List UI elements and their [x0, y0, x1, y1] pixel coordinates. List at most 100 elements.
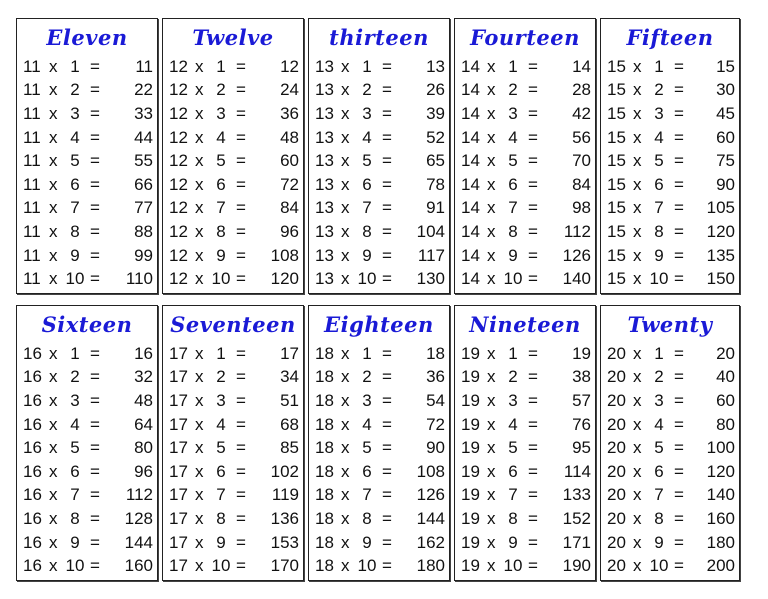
product: 119	[271, 485, 299, 505]
multiplicand: 12	[169, 269, 188, 289]
operator: x	[487, 127, 496, 147]
product: 140	[706, 485, 735, 505]
equals-sign: =	[236, 198, 246, 218]
multiplier: 1	[508, 56, 518, 76]
product: 85	[280, 438, 299, 458]
equals-sign: =	[528, 174, 538, 194]
multiplier: 7	[362, 198, 372, 218]
multiplicand: 19	[461, 508, 480, 528]
multiplicand: 12	[169, 245, 188, 265]
multiplier: 4	[216, 414, 226, 434]
operator: x	[633, 414, 642, 434]
table-row: 11 x 3 = 33	[17, 102, 157, 126]
equals-sign: =	[382, 461, 392, 481]
multiplicand: 13	[315, 103, 334, 123]
table-row: 17 x 6 = 102	[163, 460, 303, 484]
equals-sign: =	[674, 245, 684, 265]
multiplier: 8	[216, 221, 226, 241]
operator: x	[195, 485, 204, 505]
multiplicand: 16	[23, 414, 42, 434]
multiplier: 7	[70, 198, 80, 218]
multiplier: 1	[362, 56, 372, 76]
table-row: 19 x 6 = 114	[455, 460, 595, 484]
equals-sign: =	[382, 438, 392, 458]
multiplier: 3	[362, 103, 372, 123]
table-row: 19 x 8 = 152	[455, 507, 595, 531]
product: 110	[125, 269, 153, 289]
operator: x	[195, 390, 204, 410]
multiplicand: 16	[23, 461, 42, 481]
times-table-14: Fourteen 14 x 1 = 14 14 x 2 = 28 14 x 3 = 42 14 x 4 = 56 14 x 5…	[454, 18, 596, 294]
equals-sign: =	[674, 103, 684, 123]
table-title: Sixteen	[41, 311, 133, 337]
operator: x	[49, 151, 58, 171]
equals-sign: =	[236, 390, 246, 410]
equals-sign: =	[674, 485, 684, 505]
table-row: 20 x 10 = 200	[601, 554, 739, 578]
multiplier: 9	[70, 532, 80, 552]
product: 60	[716, 127, 735, 147]
multiplicand: 11	[23, 56, 41, 76]
multiplicand: 11	[23, 174, 41, 194]
multiplicand: 16	[23, 485, 42, 505]
operator: x	[633, 127, 642, 147]
table-row: 16 x 7 = 112	[17, 484, 157, 508]
table-row: 15 x 7 = 105	[601, 197, 739, 221]
table-row: 16 x 9 = 144	[17, 531, 157, 555]
multiplier: 1	[508, 343, 518, 363]
multiplier: 5	[508, 438, 518, 458]
table-row: 12 x 3 = 36	[163, 102, 303, 126]
operator: x	[487, 56, 496, 76]
product: 32	[134, 367, 153, 387]
equals-sign: =	[528, 508, 538, 528]
table-row: 15 x 5 = 75	[601, 149, 739, 173]
product: 84	[280, 198, 299, 218]
product: 140	[562, 269, 591, 289]
table-row: 14 x 8 = 112	[455, 220, 595, 244]
operator: x	[487, 103, 496, 123]
table-row: 13 x 9 = 117	[309, 244, 449, 268]
product: 16	[134, 343, 153, 363]
multiplicand: 15	[607, 269, 626, 289]
operator: x	[487, 532, 496, 552]
equals-sign: =	[90, 56, 100, 76]
equals-sign: =	[236, 367, 246, 387]
product: 90	[716, 174, 735, 194]
product: 130	[416, 269, 445, 289]
multiplier: 10	[65, 269, 85, 289]
multiplier: 8	[508, 508, 518, 528]
operator: x	[341, 390, 350, 410]
multiplicand: 19	[461, 390, 480, 410]
multiplier: 7	[70, 485, 80, 505]
multiplier: 2	[216, 367, 226, 387]
multiplier: 8	[508, 221, 518, 241]
multiplier: 4	[70, 414, 80, 434]
table-row: 11 x 2 = 22	[17, 79, 157, 103]
product: 36	[280, 103, 299, 123]
table-row: 18 x 4 = 72	[309, 413, 449, 437]
table-row: 15 x 10 = 150	[601, 267, 739, 291]
multiplier: 6	[362, 461, 372, 481]
multiplier: 4	[508, 127, 518, 147]
multiplicand: 13	[315, 221, 334, 241]
multiplicand: 15	[607, 245, 626, 265]
product: 15	[716, 56, 735, 76]
operator: x	[633, 80, 642, 100]
table-row: 15 x 6 = 90	[601, 173, 739, 197]
multiplicand: 20	[607, 390, 626, 410]
table-row: 16 x 2 = 32	[17, 366, 157, 390]
equals-sign: =	[90, 80, 100, 100]
operator: x	[341, 556, 350, 576]
multiplier: 5	[362, 438, 372, 458]
multiplicand: 16	[23, 390, 42, 410]
times-table-11: Eleven 11 x 1 = 11 11 x 2 = 22 11 x 3 = 33 11 x 4 = 44 11 x 5 = 5…	[16, 18, 158, 294]
multiplier: 9	[216, 532, 226, 552]
table-row: 20 x 4 = 80	[601, 413, 739, 437]
multiplicand: 12	[169, 198, 188, 218]
table-row: 17 x 10 = 170	[163, 554, 303, 578]
multiplier: 6	[70, 461, 80, 481]
operator: x	[49, 367, 58, 387]
table-row: 13 x 7 = 91	[309, 197, 449, 221]
operator: x	[49, 221, 58, 241]
multiplicand: 20	[607, 461, 626, 481]
